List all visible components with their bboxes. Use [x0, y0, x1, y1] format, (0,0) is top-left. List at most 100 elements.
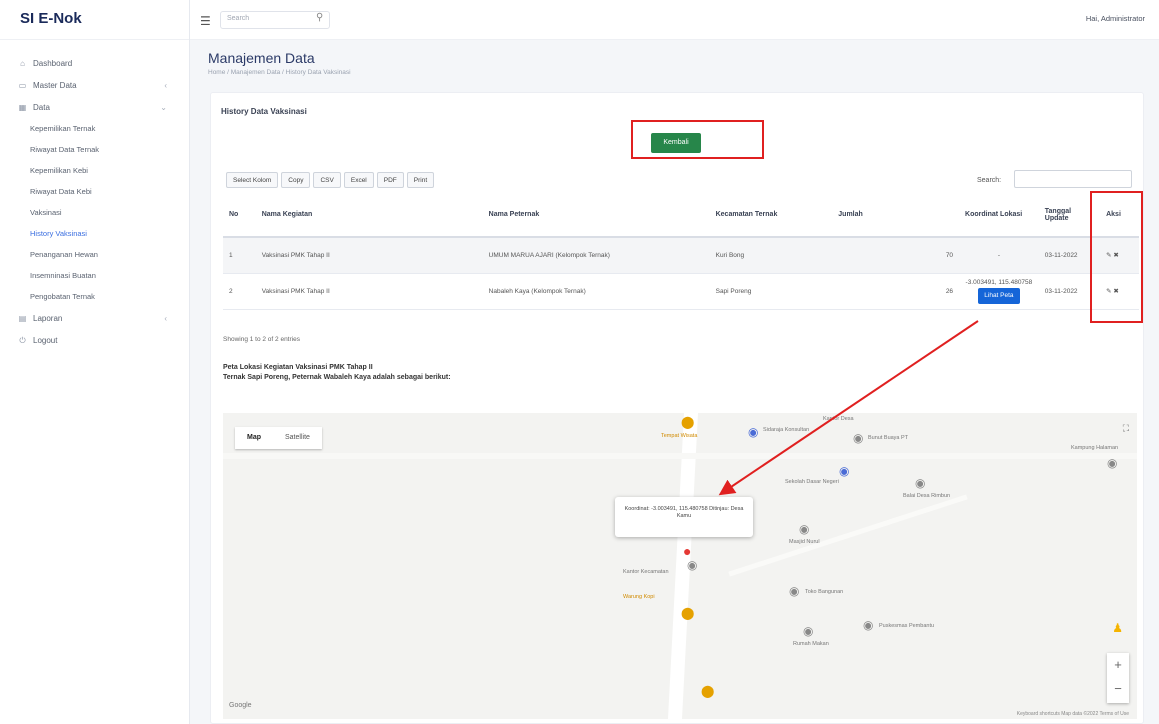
table-search-label: Search:	[977, 177, 1002, 184]
table-row: 2 Vaksinasi PMK Tahap II Nabaleh Kaya (K…	[223, 273, 1139, 310]
poi-pin-icon[interactable]: ◉	[863, 619, 873, 631]
poi-pin-icon[interactable]: ◉	[789, 585, 799, 597]
poi-pin-icon[interactable]: ◉	[853, 432, 863, 444]
sidebar-subitem-kepemilikan-ternak[interactable]: Kepemilikan Ternak	[0, 118, 189, 139]
sidebar-subitem-label: Kepemilikan Ternak	[30, 124, 96, 133]
poi-pin-icon[interactable]: ⬤	[681, 416, 694, 428]
poi-pin-icon[interactable]: ◉	[799, 523, 809, 535]
poi-pin-icon[interactable]: ◉	[1107, 457, 1117, 469]
print-button[interactable]: Print	[406, 172, 435, 188]
sidebar-subitem-label: Riwayat Data Kebi	[30, 187, 92, 196]
sidebar-subitem-riwayat-kebi[interactable]: Riwayat Data Kebi	[0, 181, 189, 202]
hamburger-menu-icon[interactable]: ☰	[200, 14, 211, 28]
google-logo: Google	[229, 702, 252, 709]
pdf-button[interactable]: PDF	[376, 172, 404, 188]
select-column-button[interactable]: Select Kolom	[226, 172, 279, 188]
sidebar-subitem-history-vaksinasi[interactable]: History Vaksinasi	[0, 223, 189, 244]
chevron-icon: ‹	[164, 80, 167, 90]
col-nama-peternak[interactable]: Nama Peternak	[482, 193, 710, 238]
poi-label: Puskesmas Pembantu	[879, 623, 935, 629]
map-attribution[interactable]: Keyboard shortcuts Map data ©2022 Terms …	[1017, 711, 1129, 717]
col-koordinat[interactable]: Koordinat Lokasi	[959, 193, 1039, 238]
cell-jumlah: 70	[832, 237, 960, 274]
cell-peternak: Nabaleh Kaya (Kelompok Ternak)	[482, 273, 710, 310]
search-input[interactable]: Search	[220, 11, 330, 29]
table-search-input[interactable]	[1014, 170, 1132, 188]
search-icon[interactable]: ⚲	[316, 12, 323, 23]
poi-label: Kantor Kecamatan	[623, 569, 669, 575]
poi-pin-icon[interactable]: ◉	[803, 625, 813, 637]
sidebar-subitem-penanganan-hewan[interactable]: Penanganan Hewan	[0, 244, 189, 265]
sidebar-item-label: Logout	[33, 335, 58, 345]
col-jumlah[interactable]: Jumlah	[832, 193, 960, 238]
sidebar-subitem-insemninasi[interactable]: Insemninasi Buatan	[0, 265, 189, 286]
coordinate-text: -3.003491, 115.480758	[965, 278, 1033, 286]
sidebar-menu: ⌂ Dashboard ▭ Master Data ‹ ▦ Data ⌄ Kepemili…	[0, 40, 189, 351]
poi-pin-icon[interactable]: ◉	[915, 477, 925, 489]
sidebar-subitem-label: Vaksinasi	[30, 208, 62, 217]
col-no[interactable]: No	[223, 193, 256, 238]
col-nama-kegiatan[interactable]: Nama Kegiatan	[255, 193, 483, 238]
zoom-in-button[interactable]: +	[1107, 653, 1129, 677]
sidebar-item-logout[interactable]: ⏻ Logout	[0, 329, 189, 351]
poi-label: Bunut Buaya PT	[868, 435, 909, 441]
sidebar-item-label: Dashboard	[33, 58, 73, 68]
sidebar-subitem-vaksinasi[interactable]: Vaksinasi	[0, 202, 189, 223]
zoom-out-button[interactable]: −	[1107, 677, 1129, 701]
col-kecamatan[interactable]: Kecamatan Ternak	[709, 193, 833, 238]
map-tab[interactable]: Map	[235, 427, 273, 449]
kembali-button[interactable]: Kembali	[651, 133, 701, 153]
sidebar-subitem-label: Insemninasi Buatan	[30, 271, 96, 280]
sidebar-subitem-riwayat-ternak[interactable]: Riwayat Data Ternak	[0, 139, 189, 160]
poi-label: Warung Kopi	[623, 594, 655, 600]
sidebar-item-laporan[interactable]: ▤ Laporan ‹	[0, 307, 189, 329]
poi-label: Kantor Desa	[823, 416, 854, 422]
map-caption-line-1: Peta Lokasi Kegiatan Vaksinasi PMK Tahap…	[223, 364, 373, 371]
poi-label: Sidaraja Konsultan	[763, 427, 810, 433]
home-icon: ⌂	[20, 58, 25, 68]
zoom-controls: + −	[1107, 653, 1129, 703]
street-view-pegman-icon[interactable]: ♟	[1112, 621, 1123, 635]
map-road	[223, 453, 1137, 459]
logout-icon: ⏻	[19, 335, 26, 345]
sidebar-subitem-label: Riwayat Data Ternak	[30, 145, 100, 154]
map-caption-line-2: Ternak Sapi Poreng, Peternak Wabaleh Kay…	[223, 374, 451, 381]
satellite-tab[interactable]: Satellite	[273, 427, 322, 449]
grid-icon: ▦	[18, 102, 27, 112]
poi-pin-icon[interactable]: ⬤	[701, 685, 714, 697]
sidebar-item-data[interactable]: ▦ Data ⌄	[0, 96, 189, 118]
sidebar-item-label: Data	[33, 102, 50, 112]
cell-kecamatan: Sapi Poreng	[709, 273, 833, 310]
poi-pin-icon[interactable]: ◉	[839, 465, 849, 477]
lihat-peta-button[interactable]: Lihat Peta	[978, 287, 1020, 304]
folder-icon: ▭	[18, 80, 27, 90]
sidebar-subitem-label: Pengobatan Ternak	[30, 292, 95, 301]
poi-label: Masjid Nurul	[789, 539, 820, 545]
csv-button[interactable]: CSV	[313, 172, 341, 188]
map-caption: Peta Lokasi Kegiatan Vaksinasi PMK Tahap…	[223, 363, 451, 383]
history-card: History Data Vaksinasi Kembali Select Ko…	[210, 92, 1144, 724]
highlight-box-aksi	[1090, 191, 1143, 323]
sidebar-subitem-label: History Vaksinasi	[30, 229, 87, 238]
file-icon: ▤	[18, 313, 27, 323]
poi-pin-icon[interactable]: ◉	[687, 559, 697, 571]
sidebar-item-label: Laporan	[33, 313, 63, 323]
sidebar-subitem-kepemilikan-kebi[interactable]: Kepemilikan Kebi	[0, 160, 189, 181]
sidebar-item-dashboard[interactable]: ⌂ Dashboard	[0, 52, 189, 74]
breadcrumb[interactable]: Home / Manajemen Data / History Data Vak…	[208, 69, 1143, 76]
copy-button[interactable]: Copy	[281, 172, 311, 188]
cell-no: 2	[223, 273, 256, 310]
topbar: ☰ Search ⚲ Hai, Administrator	[190, 0, 1159, 40]
sidebar: SI E-Nok ⌂ Dashboard ▭ Master Data ‹ ▦ Data ⌄…	[0, 0, 190, 724]
sidebar-subitem-pengobatan[interactable]: Pengobatan Ternak	[0, 286, 189, 307]
user-menu[interactable]: Hai, Administrator	[1086, 14, 1145, 23]
map-info-window: Koordinat: -3.003491, 115.480758 Ditinja…	[615, 497, 753, 537]
fullscreen-icon[interactable]: ⛶	[1123, 423, 1129, 434]
excel-button[interactable]: Excel	[343, 172, 374, 188]
location-marker-icon[interactable]: ●	[683, 544, 691, 558]
poi-pin-icon[interactable]: ◉	[748, 426, 758, 438]
poi-pin-icon[interactable]: ⬤	[681, 607, 694, 619]
google-map[interactable]: Map Satellite ⛶ ⬤ Tempat Wisata ◉ Sidara…	[223, 413, 1137, 719]
brand-logo[interactable]: SI E-Nok	[0, 0, 189, 40]
sidebar-item-master-data[interactable]: ▭ Master Data ‹	[0, 74, 189, 96]
